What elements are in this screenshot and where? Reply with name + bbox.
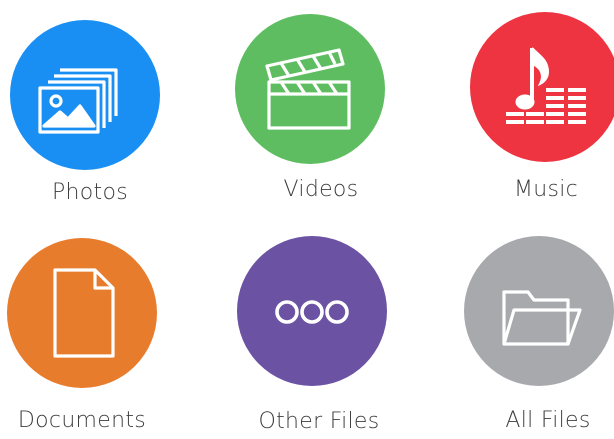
photos-icon xyxy=(38,68,118,134)
tile-all-files[interactable]: All Files xyxy=(452,222,614,433)
more-dots-icon xyxy=(275,300,349,324)
photos-circle xyxy=(10,20,160,170)
music-note-icon xyxy=(506,47,586,124)
tile-documents[interactable]: Documents xyxy=(0,222,180,433)
tile-videos[interactable]: Videos xyxy=(209,0,389,202)
clapperboard-icon xyxy=(265,48,351,130)
document-icon xyxy=(53,268,115,358)
other-files-label: Other Files xyxy=(258,409,380,434)
documents-circle xyxy=(7,238,157,388)
videos-circle xyxy=(235,14,385,164)
all-files-label: All Files xyxy=(505,408,591,433)
videos-label: Videos xyxy=(283,177,359,202)
tile-photos[interactable]: Photos xyxy=(0,0,180,205)
photos-label: Photos xyxy=(51,180,129,205)
tile-music[interactable]: Music xyxy=(452,0,614,202)
documents-label: Documents xyxy=(17,408,147,433)
music-circle xyxy=(470,12,614,162)
all-files-circle xyxy=(464,236,614,386)
folder-icon xyxy=(502,290,582,346)
tile-other-files[interactable]: Other Files xyxy=(209,222,389,434)
music-label: Music xyxy=(513,177,579,202)
other-files-circle xyxy=(237,236,387,386)
